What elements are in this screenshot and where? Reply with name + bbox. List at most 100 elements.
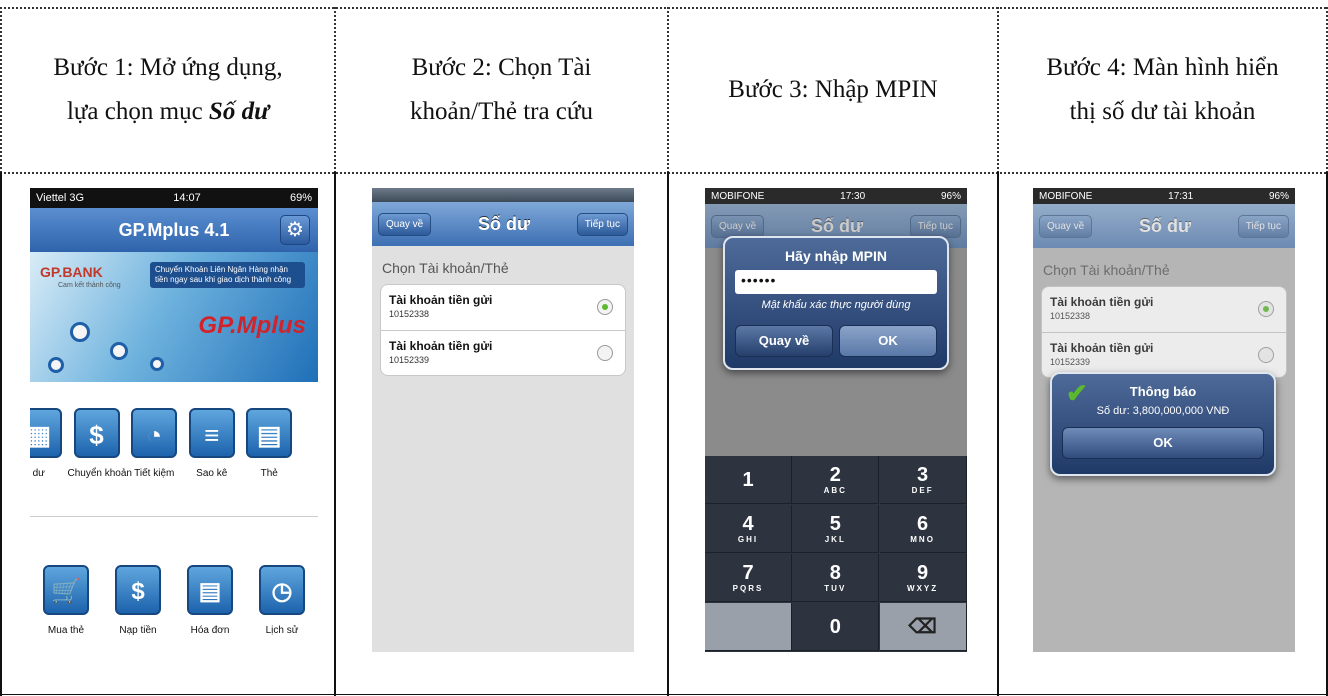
statement-icon: ≡ [188,408,235,458]
card-icon: ▤ [246,408,293,458]
step3-header: Bước 3: Nhập MPIN [669,8,997,172]
account-number: 10152339 [389,355,430,365]
step2-line1: Bước 2: Chọn Tài [411,54,592,81]
key-digit: 3 [917,464,929,486]
menu-item[interactable]: ◷ Lịch sử [252,565,312,665]
keypad-key[interactable]: 8 TUV [792,554,880,602]
phone1-home-screen: Viettel 3G 14:07 69% GP.Mplus 4.1 ⚙ GP.B… [30,188,318,668]
menu-item[interactable]: $ Chuyển khoản [67,408,133,508]
keypad-key[interactable]: 7 PQRS [705,554,792,602]
back-button[interactable]: Quay về [1039,214,1093,238]
col-divider-3-lower [997,172,999,696]
settings-gear-icon[interactable]: ⚙ [280,215,310,245]
table-row-divider [0,172,1328,174]
key-digit: 4 [742,513,754,535]
coin-icon [48,357,64,373]
phone4-time: 17:31 [1168,190,1194,202]
bank-slogan: Cam kết thành công [58,282,121,289]
menu-item[interactable]: $ Nạp tiền [108,565,168,665]
mpin-input[interactable]: •••••• [735,270,937,294]
radio-unselected-icon[interactable] [597,345,613,361]
keypad-key[interactable] [705,603,792,651]
step4-line2: thị số dư tài khoản [1069,98,1256,125]
phone2-pull-handle [372,188,634,202]
keypad-key[interactable]: 1 [705,456,792,504]
ok-button[interactable]: OK [839,325,937,357]
continue-button[interactable]: Tiếp tục [909,214,961,238]
app-title: GP.Mplus 4.1 [118,219,230,240]
notice-dialog: ✔ Thông báo Số dư: 3,800,000,000 VNĐ OK [1050,372,1276,476]
phone4-battery: 96% [1268,190,1289,202]
key-digit: 5 [829,513,841,535]
menu-divider [30,516,318,517]
keypad-key[interactable]: 2 ABC [792,456,880,504]
step3-text: Bước 3: Nhập MPIN [728,76,938,103]
phone3-status-bar: MOBIFONE 17:30 96% [705,188,967,204]
phone4-navbar: Quay về Số dư Tiếp tục [1033,204,1295,248]
key-digit: 6 [917,513,929,535]
account-name: Tài khoản tiền gửi [389,339,493,353]
menu-item[interactable]: ◔ Tiết kiệm [126,408,184,508]
radio-selected-icon[interactable] [1258,301,1274,317]
continue-button[interactable]: Tiếp tục [1237,214,1289,238]
keypad-key[interactable]: 0 [792,603,880,651]
keypad-key[interactable]: 4 GHI [705,505,792,553]
savings-icon: ◔ [131,408,178,458]
key-digit: 8 [829,562,841,584]
cancel-button[interactable]: Quay về [735,325,833,357]
key-letters: PQRS [732,584,764,593]
key-letters: JKL [824,535,846,544]
mpin-dialog: Hãy nhập MPIN •••••• Mật khẩu xác thực n… [723,236,949,370]
account-number: 10152338 [389,309,430,319]
menu-item-label: Mua thẻ [47,625,85,636]
account-option[interactable]: Tài khoản tiền gửi 10152338 [380,284,626,330]
account-name: Tài khoản tiền gửi [389,293,493,307]
radio-selected-icon[interactable] [597,299,613,315]
back-button[interactable]: Quay về [711,214,765,238]
account-option[interactable]: Tài khoản tiền gửi 10152339 [380,330,626,376]
coin-icon [70,322,90,342]
keypad-key[interactable]: 5 JKL [792,505,880,553]
key-digit: 9 [917,562,929,584]
key-digit: 0 [829,616,841,638]
keypad-key[interactable]: 3 DEF [879,456,967,504]
key-letters: WXYZ [907,584,939,593]
phone4-result-screen: MOBIFONE 17:31 96% Quay về Số dư Tiếp tụ… [1033,188,1295,652]
account-number: 10152339 [1050,357,1091,367]
phone3-mpin-screen: MOBIFONE 17:30 96% Quay về Số dư Tiếp tụ… [705,188,967,652]
screen-title: Số dư [478,213,531,234]
keypad-key[interactable]: 9 WXYZ [879,554,967,602]
ok-button[interactable]: OK [1062,427,1264,459]
account-number: 10152338 [1050,311,1091,321]
menu-item[interactable]: ▤ Thẻ [241,408,299,508]
choose-account-label: Chọn Tài khoản/Thẻ [382,260,509,276]
menu-item-label: Chuyển khoản [67,468,133,479]
menu-item[interactable]: ▤ Hóa đơn [180,565,240,665]
back-button[interactable]: Quay về [378,212,432,236]
phone3-carrier: MOBIFONE [711,190,765,202]
step4-header: Bước 4: Màn hình hiển thị số dư tài khoản [999,8,1326,172]
account-option[interactable]: Tài khoản tiền gửi 10152338 [1041,286,1287,332]
continue-button[interactable]: Tiếp tục [576,212,628,236]
screen-title: Số dư [1139,215,1192,236]
invoice-icon: ▤ [187,565,233,615]
radio-unselected-icon[interactable] [1258,347,1274,363]
mpin-hint: Mật khẩu xác thực người dùng [761,299,911,311]
promo-banner[interactable]: GP.BANK Cam kết thành công Chuyển Khoản … [30,252,318,382]
brand-logo: GP.Mplus [198,312,306,339]
menu-item[interactable]: 🛒 Mua thẻ [36,565,96,665]
keypad-key[interactable]: 6 MNO [879,505,967,553]
screen-title: Số dư [811,215,864,236]
menu-item[interactable]: ≡ Sao kê [183,408,241,508]
backspace-key[interactable]: ⌫ [879,603,967,651]
coin-icon [150,357,164,371]
transfer-icon: $ [73,408,120,458]
menu-item[interactable]: ▦ dư [30,408,68,508]
topup-icon: $ [115,565,161,615]
coin-icon [110,342,128,360]
key-digit: 2 [829,464,841,486]
step1-keyword: Số dư [208,98,270,125]
clock-icon: ◷ [259,565,305,615]
